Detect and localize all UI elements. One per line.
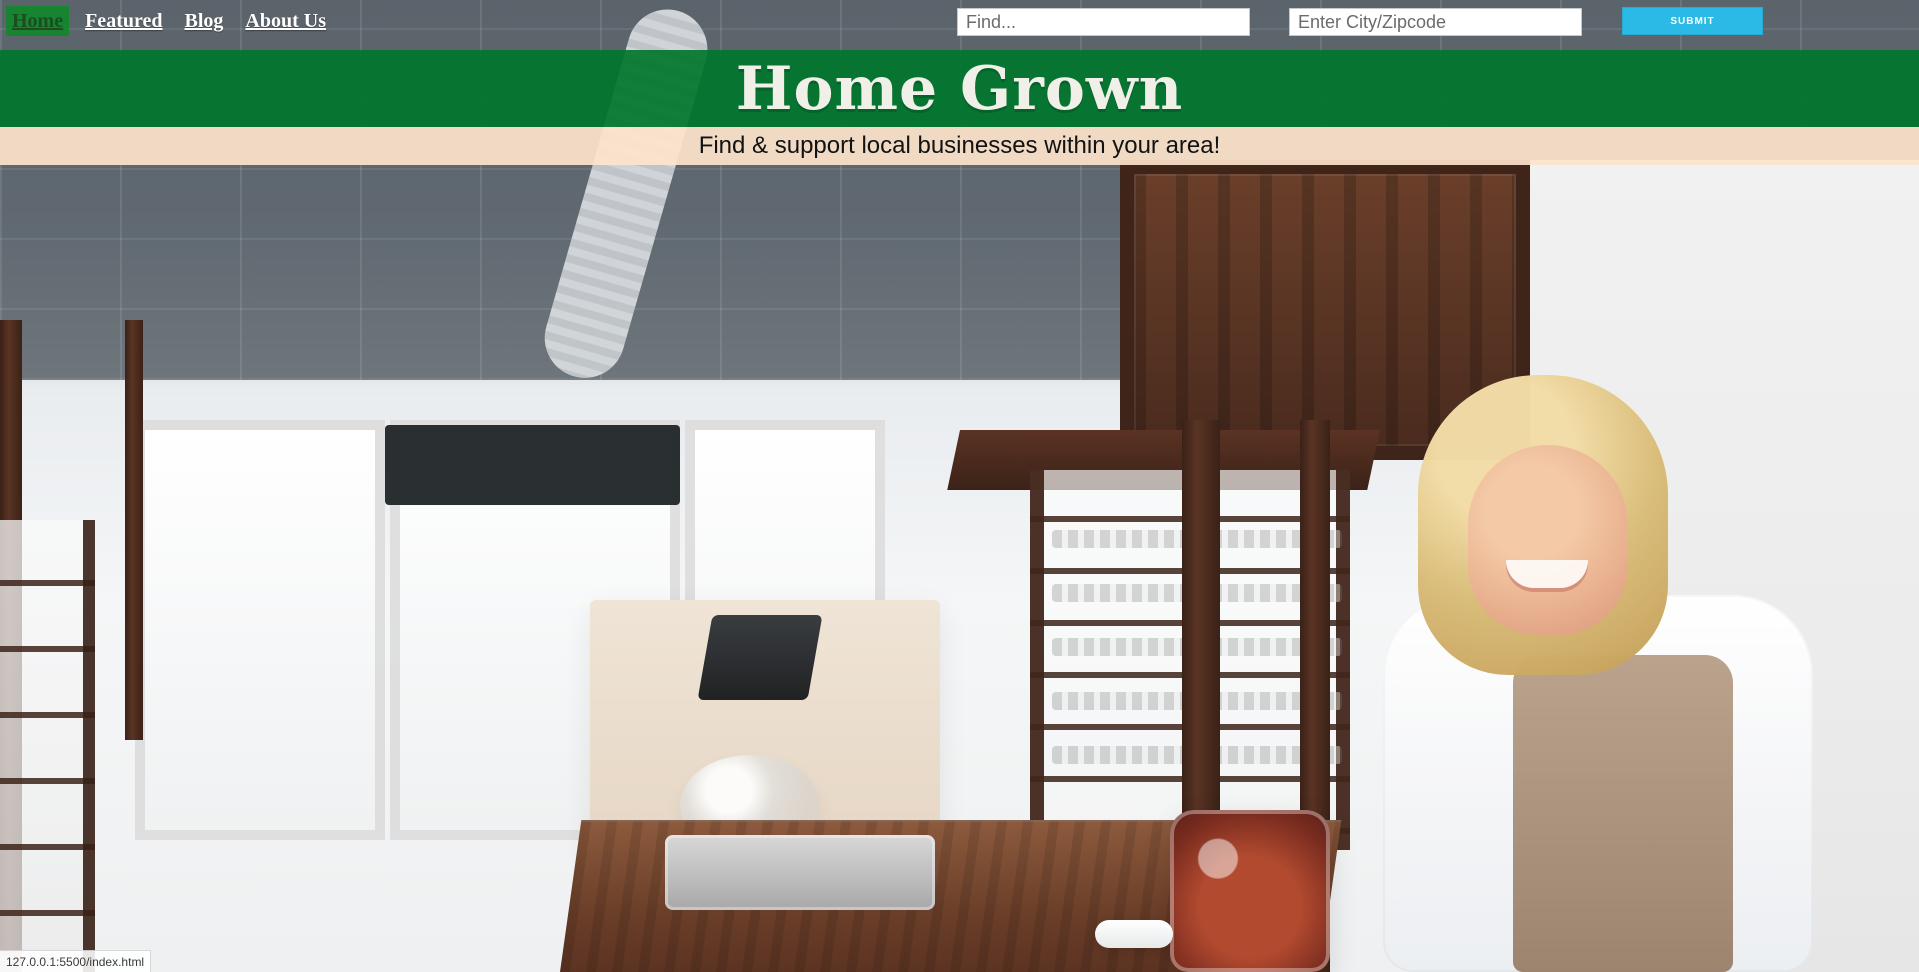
register-screen [697,615,823,700]
shopkeeper-face [1468,445,1628,635]
city-input-wrap [1289,8,1582,36]
title-band: Home Grown [0,50,1919,127]
main-nav: Home Featured Blog About Us [0,0,332,42]
status-url: 127.0.0.1:5500/index.html [0,950,152,972]
nav-featured[interactable]: Featured [79,6,168,36]
find-input[interactable] [957,8,1250,36]
nav-blog[interactable]: Blog [179,6,230,36]
wood-post-left-inner [125,320,143,740]
wall-tv [385,425,680,505]
jar-lid [1095,920,1173,948]
find-input-wrap [957,8,1250,36]
shopkeeper-apron [1513,655,1733,972]
page: Home Featured Blog About Us SUBMIT Home … [0,0,1919,972]
site-tagline: Find & support local businesses within y… [698,132,1221,159]
store-window-left [135,420,385,840]
tagline-band: Find & support local businesses within y… [0,127,1919,165]
site-title: Home Grown [735,53,1184,124]
top-bar: Home Featured Blog About Us SUBMIT [0,0,1919,42]
nav-about-us[interactable]: About Us [239,6,332,36]
submit-button[interactable]: SUBMIT [1622,7,1763,35]
shopkeeper [1328,360,1888,972]
left-shelving [0,520,95,972]
nav-home[interactable]: Home [6,6,70,36]
city-zip-input[interactable] [1289,8,1582,36]
metal-tray [665,835,935,910]
spice-jar [1170,810,1330,972]
